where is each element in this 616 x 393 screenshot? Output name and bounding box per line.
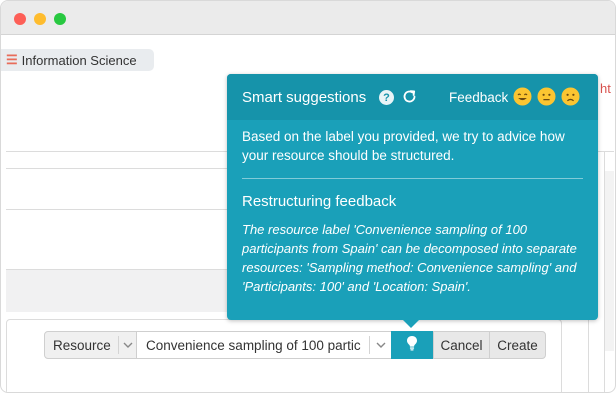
smart-suggestions-popover: Smart suggestions ? Feedback Based on th…: [227, 74, 598, 320]
breadcrumb[interactable]: ☰ Information Science: [1, 49, 154, 71]
refresh-icon[interactable]: [401, 88, 418, 105]
resource-label-input[interactable]: Convenience sampling of 100 partici: [136, 331, 392, 359]
popover-title: Smart suggestions: [242, 89, 367, 106]
maximize-window-button[interactable]: [54, 13, 66, 25]
sad-face-icon[interactable]: [561, 87, 580, 106]
divider: [6, 209, 227, 210]
app-window: ☰ Information Science ht Resource Conven…: [0, 0, 616, 393]
minimize-window-button[interactable]: [34, 13, 46, 25]
divider: [588, 319, 589, 392]
hamburger-menu-icon: ☰: [6, 52, 18, 67]
help-icon[interactable]: ?: [379, 90, 394, 105]
feedback-label: Feedback: [449, 90, 509, 105]
lightbulb-icon: [406, 335, 418, 356]
chevron-down-icon: [118, 336, 136, 354]
resource-label-value: Convenience sampling of 100 partici: [146, 337, 361, 353]
close-window-button[interactable]: [14, 13, 26, 25]
breadcrumb-label: Information Science: [21, 52, 137, 68]
title-bar: [1, 1, 615, 35]
section-background: [6, 270, 227, 312]
chevron-down-icon: [369, 336, 391, 354]
popover-arrow: [402, 319, 420, 328]
happy-face-icon[interactable]: [513, 87, 532, 106]
smart-suggestions-button[interactable]: [391, 331, 433, 359]
neutral-face-icon[interactable]: [537, 87, 556, 106]
restructuring-feedback-title: Restructuring feedback: [242, 193, 397, 210]
popover-intro: Based on the label you provided, we try …: [242, 129, 565, 163]
cancel-button[interactable]: Cancel: [433, 331, 490, 359]
divider: [6, 168, 227, 169]
create-button[interactable]: Create: [489, 331, 546, 359]
restructuring-feedback-text: The resource label 'Convenience sampling…: [242, 222, 577, 294]
scrollbar-track[interactable]: [605, 171, 614, 351]
url-fragment[interactable]: ht: [600, 81, 611, 96]
popover-header: Smart suggestions ? Feedback: [227, 74, 598, 120]
resource-class-select[interactable]: Resource: [44, 331, 137, 359]
resource-class-value: Resource: [53, 337, 111, 353]
popover-divider: [242, 178, 583, 179]
